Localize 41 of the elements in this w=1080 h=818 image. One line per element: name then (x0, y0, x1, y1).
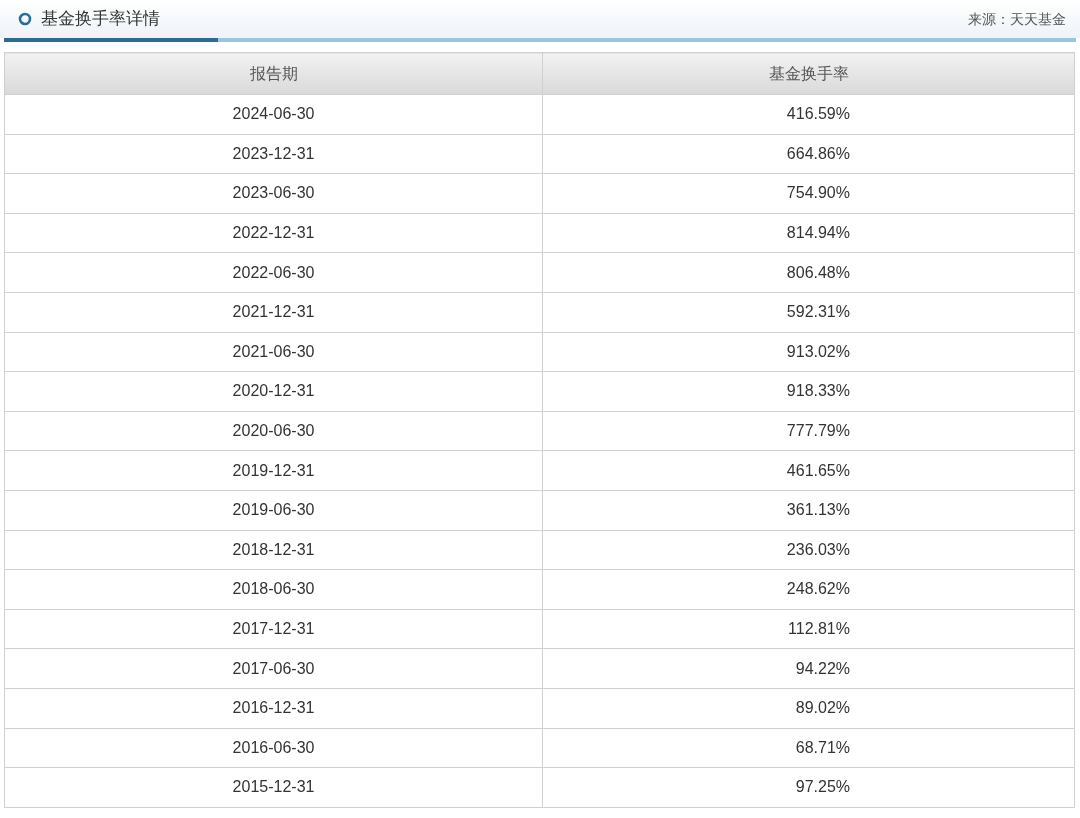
table-cell: 2015-12-31 (4, 767, 543, 808)
table-cell: 68.71% (542, 728, 1075, 768)
panel-title: 基金换手率详情 (41, 7, 160, 31)
table-cell: 754.90% (542, 173, 1075, 214)
table-cell: 2023-12-31 (4, 134, 543, 174)
table-cell: 664.86% (542, 134, 1075, 174)
table-cell: 2018-12-31 (4, 530, 543, 570)
table-cell: 89.02% (542, 688, 1075, 728)
table-cell: 2023-06-30 (4, 173, 543, 214)
table-cell: 97.25% (542, 767, 1075, 808)
table-cell: 361.13% (542, 490, 1075, 531)
ring-icon (18, 12, 32, 26)
table-cell: 2017-12-31 (4, 609, 543, 649)
table-cell: 913.02% (542, 332, 1075, 372)
table-cell: 814.94% (542, 213, 1075, 253)
table-cell: 777.79% (542, 411, 1075, 451)
table-cell: 94.22% (542, 648, 1075, 689)
table-cell: 2020-12-31 (4, 371, 543, 412)
column-header: 基金换手率 (542, 52, 1075, 95)
table-cell: 2016-06-30 (4, 728, 543, 768)
table-cell: 112.81% (542, 609, 1075, 649)
source-label: 来源：天天基金 (968, 9, 1066, 29)
table-cell: 2016-12-31 (4, 688, 543, 728)
table-cell: 2022-12-31 (4, 213, 543, 253)
table-cell: 592.31% (542, 292, 1075, 333)
table-cell: 2017-06-30 (4, 648, 543, 689)
table-cell: 416.59% (542, 94, 1075, 135)
table-cell: 2021-12-31 (4, 292, 543, 333)
table-cell: 2019-12-31 (4, 450, 543, 491)
table-cell: 806.48% (542, 252, 1075, 293)
column-header: 报告期 (4, 52, 543, 95)
table-cell: 248.62% (542, 569, 1075, 610)
table-cell: 2018-06-30 (4, 569, 543, 610)
table-cell: 236.03% (542, 530, 1075, 570)
table-cell: 2021-06-30 (4, 332, 543, 372)
table-cell: 2020-06-30 (4, 411, 543, 451)
table-cell: 2024-06-30 (4, 94, 543, 135)
table-cell: 2019-06-30 (4, 490, 543, 531)
table-cell: 918.33% (542, 371, 1075, 412)
table-cell: 461.65% (542, 450, 1075, 491)
table-cell: 2022-06-30 (4, 252, 543, 293)
